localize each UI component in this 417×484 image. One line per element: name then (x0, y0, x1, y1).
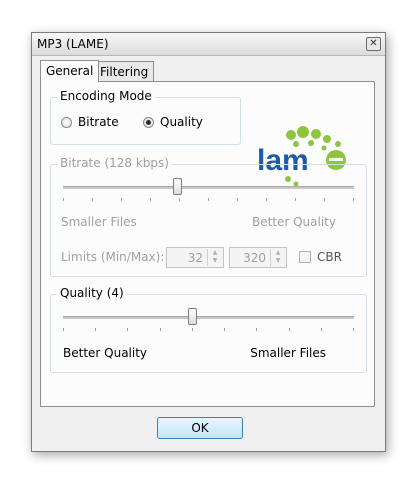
tick (95, 328, 96, 331)
spin-up-icon[interactable]: ▲ (208, 249, 222, 257)
bitrate-left-label: Smaller Files (61, 215, 137, 229)
min-bitrate-spinner[interactable]: 32 ▲ ▼ (166, 247, 224, 268)
tick (224, 328, 225, 331)
bitrate-right-label: Better Quality (251, 215, 336, 229)
tick (353, 198, 354, 201)
limits-label: Limits (Min/Max): (61, 250, 165, 264)
tick (92, 198, 93, 201)
min-bitrate-arrows[interactable]: ▲ ▼ (207, 249, 222, 266)
spin-up-icon[interactable]: ▲ (271, 249, 285, 257)
tick (353, 328, 354, 331)
tab-filtering[interactable]: Filtering (94, 61, 155, 81)
tick (121, 198, 122, 201)
tick (127, 328, 128, 331)
max-bitrate-arrows[interactable]: ▲ ▼ (270, 249, 285, 266)
tick (150, 198, 151, 201)
encoding-mode-label: Encoding Mode (57, 89, 155, 103)
tick (324, 198, 325, 201)
quality-group: Quality (4) Better Quality Smaller Files (50, 286, 367, 373)
bitrate-group: Bitrate (128 kbps) Smaller Files Better … (50, 156, 367, 277)
radio-bitrate[interactable]: Bitrate (61, 115, 119, 129)
tick (295, 198, 296, 201)
tick (289, 328, 290, 331)
radio-bitrate-label: Bitrate (78, 115, 119, 129)
quality-slider-thumb[interactable] (188, 308, 197, 325)
quality-slider-ticks (63, 328, 354, 332)
radio-quality-label: Quality (160, 115, 203, 129)
quality-left-label: Better Quality (63, 346, 148, 360)
tick (160, 328, 161, 331)
title-bar[interactable]: MP3 (LAME) ✕ (32, 33, 385, 56)
cbr-checkbox[interactable] (299, 251, 311, 263)
bitrate-slider-thumb[interactable] (173, 178, 182, 195)
bitrate-slider-track[interactable] (63, 186, 354, 189)
tab-general[interactable]: General (40, 60, 100, 82)
tick (208, 198, 209, 201)
quality-right-label: Smaller Files (250, 346, 326, 360)
tick (192, 328, 193, 331)
max-bitrate-spinner[interactable]: 320 ▲ ▼ (229, 247, 287, 268)
spin-down-icon[interactable]: ▼ (208, 257, 222, 265)
tick (256, 328, 257, 331)
general-tab-panel: Encoding Mode Bitrate Quality lam Bitrat… (40, 81, 375, 407)
tick (63, 198, 64, 201)
tick (63, 328, 64, 331)
radio-quality[interactable]: Quality (143, 115, 203, 129)
max-bitrate-value: 320 (243, 251, 266, 265)
tick (237, 198, 238, 201)
quality-label: Quality (4) (57, 286, 127, 300)
bitrate-label: Bitrate (128 kbps) (57, 156, 172, 170)
radio-bitrate-indicator[interactable] (61, 116, 72, 128)
quality-slider-track[interactable] (63, 316, 354, 319)
window-title: MP3 (LAME) (37, 37, 109, 51)
tick (266, 198, 267, 201)
tick (179, 198, 180, 201)
cbr-label: CBR (317, 250, 342, 264)
mp3-lame-dialog: MP3 (LAME) ✕ General Filtering Encoding … (31, 32, 386, 452)
spin-down-icon[interactable]: ▼ (271, 257, 285, 265)
bitrate-slider-ticks (63, 198, 354, 202)
ok-button[interactable]: OK (157, 417, 243, 439)
tick (321, 328, 322, 331)
encoding-mode-group: Encoding Mode Bitrate Quality (50, 89, 241, 145)
radio-quality-indicator[interactable] (143, 116, 154, 128)
close-icon[interactable]: ✕ (366, 37, 381, 51)
min-bitrate-value: 32 (187, 251, 203, 265)
